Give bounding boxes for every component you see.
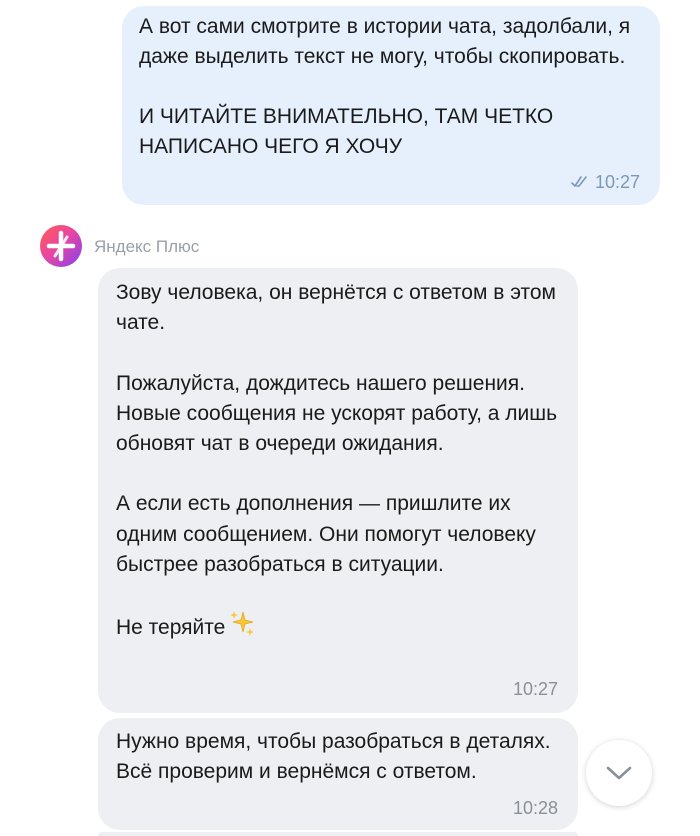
message-meta: 10:27 [571, 172, 640, 192]
yandex-plus-logo-icon[interactable] [40, 225, 82, 267]
message-meta: 10:28 [513, 798, 558, 818]
message-meta: 10:27 [513, 679, 558, 699]
next-message-edge [98, 832, 578, 836]
message-time: 10:28 [512, 798, 558, 818]
message-text: А вот сами смотрите в истории чата, задо… [139, 15, 631, 158]
incoming-message[interactable]: Нужно время, чтобы разобраться в деталях… [98, 718, 578, 830]
message-text: Нужно время, чтобы разобраться в деталях… [116, 730, 551, 783]
incoming-message[interactable]: Зову человека, он вернётся с ответом в э… [98, 268, 578, 713]
sender-name: Яндекс Плюс [94, 237, 200, 256]
message-time: 10:27 [512, 679, 558, 699]
message-text-body: Зову человека, он вернётся с ответом в э… [116, 281, 558, 640]
outgoing-message[interactable]: А вот сами смотрите в истории чата, задо… [122, 6, 660, 205]
scroll-down-button[interactable] [586, 740, 652, 806]
message-time: 10:27 [594, 172, 640, 192]
sender-header: Яндекс Плюс [40, 225, 199, 267]
double-check-icon [571, 176, 587, 187]
sparkles-icon [230, 611, 255, 637]
chevron-down-icon [606, 766, 632, 780]
message-text: Зову человека, он вернётся с ответом в э… [116, 278, 566, 643]
